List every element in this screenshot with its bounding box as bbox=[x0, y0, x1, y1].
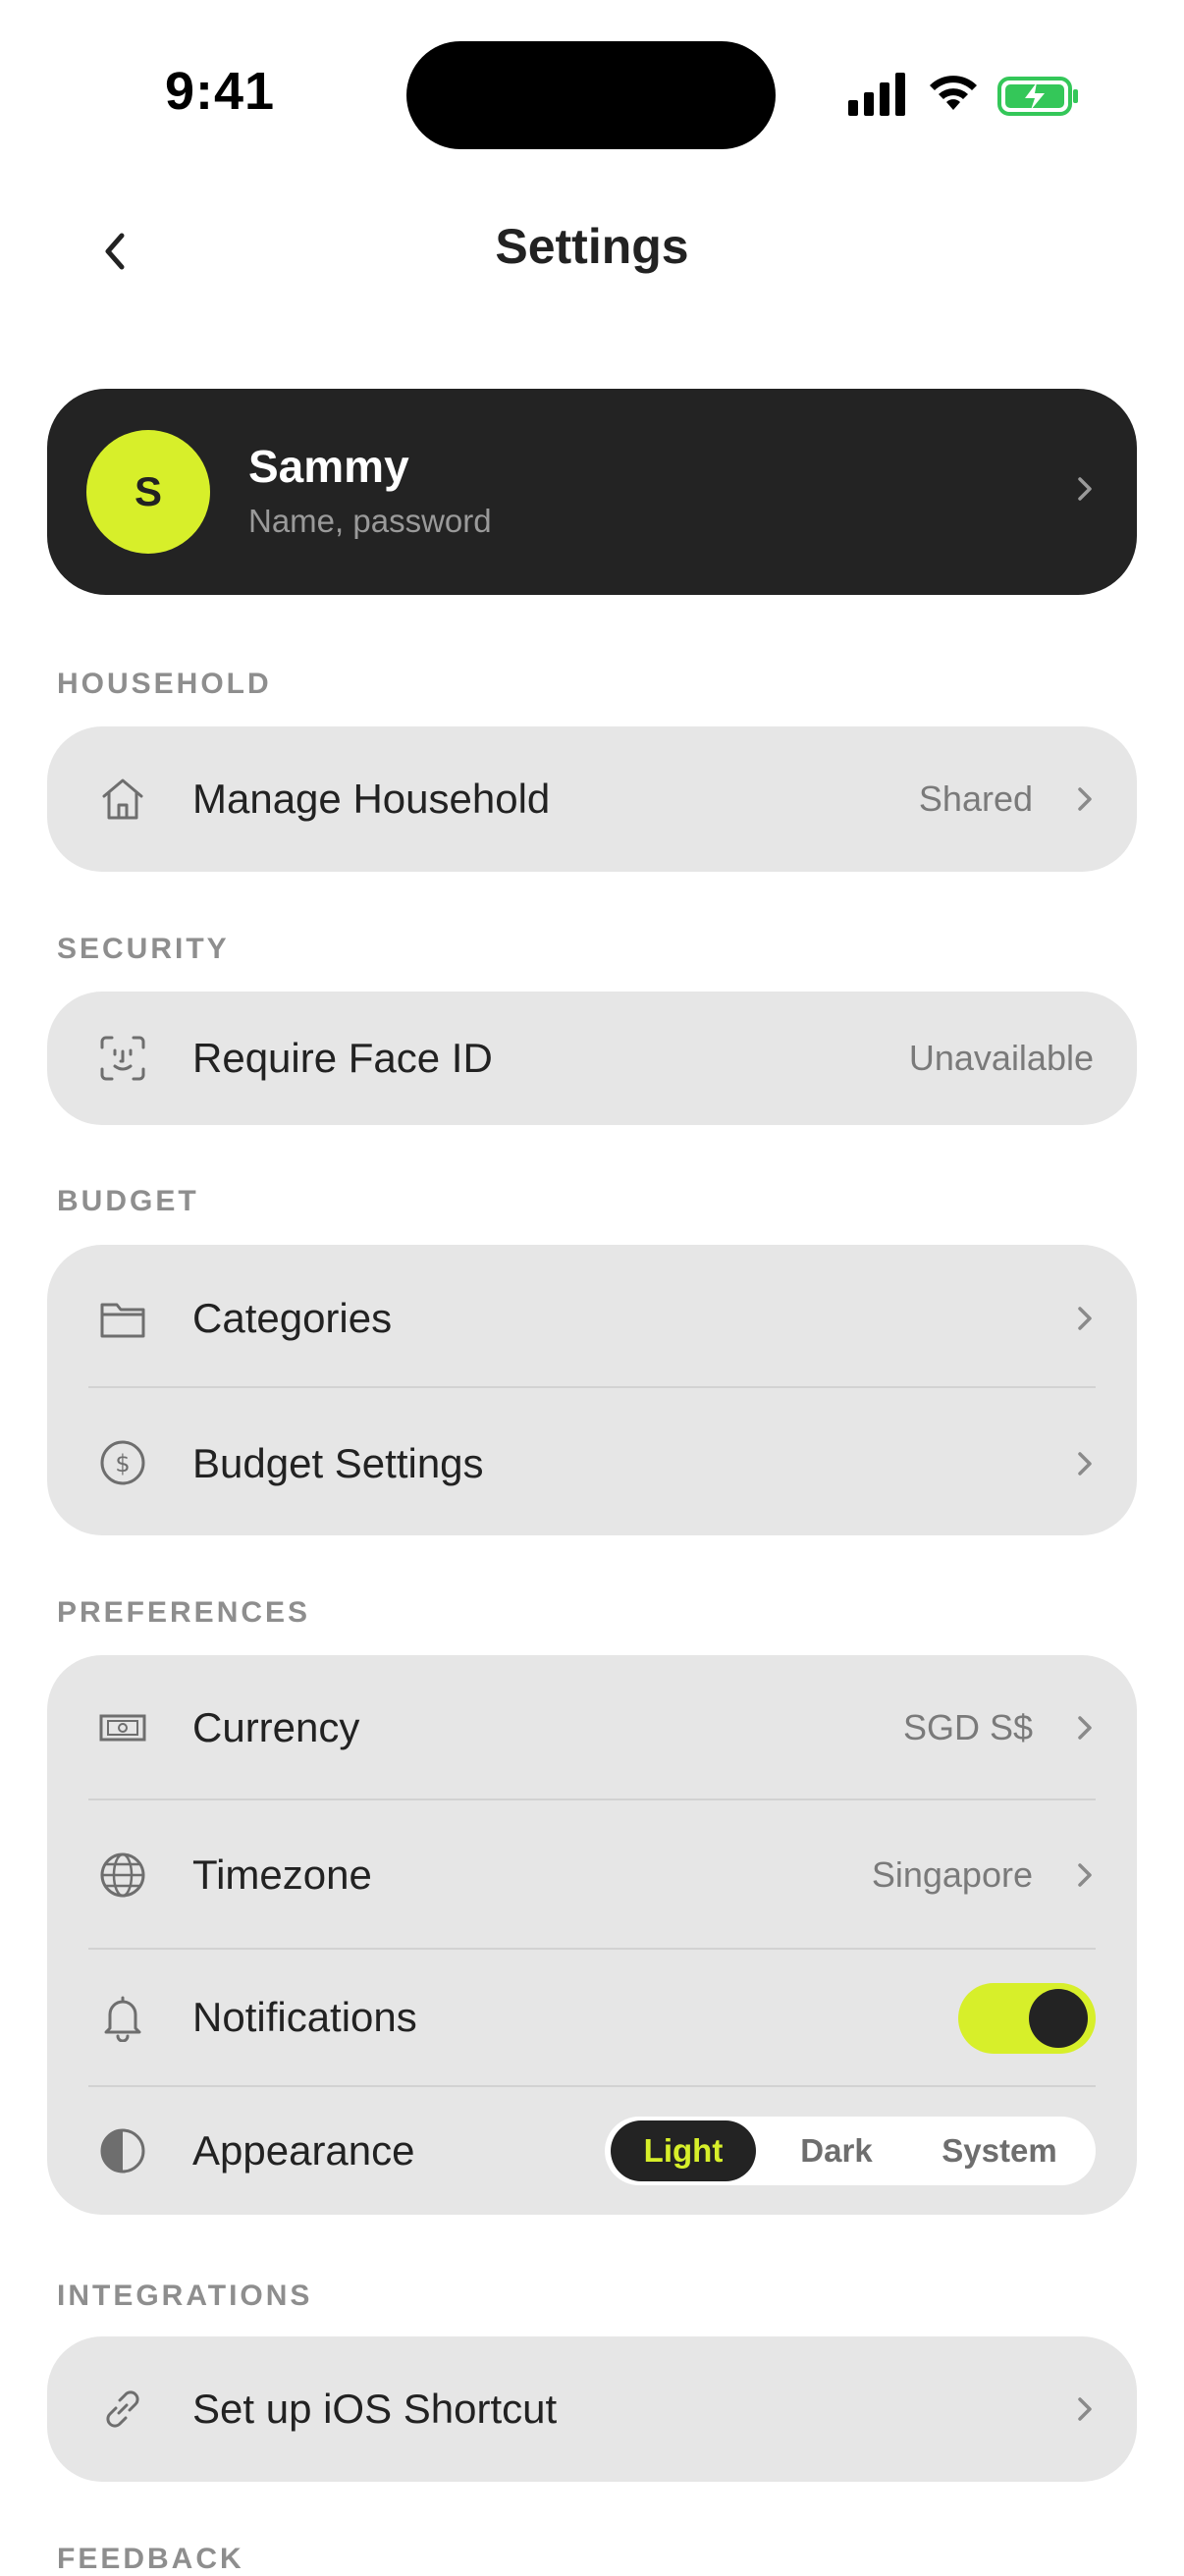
bell-icon bbox=[104, 1996, 141, 2042]
avatar: S bbox=[86, 430, 210, 554]
row-manage-household[interactable]: Manage Household Shared bbox=[47, 726, 1137, 872]
status-bar: 9:41 bbox=[0, 0, 1184, 187]
row-label: Timezone bbox=[192, 1852, 372, 1898]
section-header-preferences: PREFERENCES bbox=[57, 1596, 311, 1629]
banknote-icon bbox=[99, 1714, 146, 1742]
row-label: Notifications bbox=[192, 1994, 417, 2040]
row-divider bbox=[88, 1386, 1096, 1388]
profile-card[interactable]: S Sammy Name, password bbox=[47, 389, 1137, 595]
chevron-right-icon bbox=[1078, 787, 1092, 811]
integrations-card: Set up iOS Shortcut bbox=[47, 2336, 1137, 2482]
notifications-toggle[interactable] bbox=[958, 1983, 1096, 2054]
row-value: Singapore bbox=[871, 1854, 1033, 1895]
row-categories[interactable]: Categories bbox=[47, 1245, 1137, 1390]
row-label: Budget Settings bbox=[192, 1440, 484, 1486]
wifi-icon bbox=[930, 76, 977, 110]
appearance-segmented-control: Light Dark System bbox=[605, 2117, 1096, 2185]
budget-card: Categories $ Budget Settings bbox=[47, 1245, 1137, 1535]
house-icon bbox=[102, 778, 143, 820]
appearance-option-system[interactable]: System bbox=[917, 2117, 1082, 2185]
half-circle-icon bbox=[100, 2128, 145, 2174]
row-appearance: Appearance Light Dark System bbox=[47, 2087, 1137, 2215]
appearance-option-light[interactable]: Light bbox=[611, 2120, 756, 2181]
preferences-card: Currency SGD S$ Timezone Singapore Notif… bbox=[47, 1655, 1137, 2215]
section-header-household: HOUSEHOLD bbox=[57, 668, 272, 700]
row-require-face-id: Require Face ID Unavailable bbox=[47, 992, 1137, 1125]
row-notifications: Notifications bbox=[47, 1950, 1137, 2087]
page-title: Settings bbox=[495, 219, 689, 274]
chevron-right-icon bbox=[1078, 1452, 1092, 1476]
section-header-budget: BUDGET bbox=[57, 1185, 199, 1217]
row-currency[interactable]: Currency SGD S$ bbox=[47, 1655, 1137, 1800]
row-value: Unavailable bbox=[908, 1038, 1094, 1078]
section-header-feedback: FEEDBACK bbox=[57, 2543, 244, 2575]
profile-subtitle: Name, password bbox=[248, 503, 492, 539]
chevron-right-icon bbox=[1078, 1863, 1092, 1887]
chevron-right-icon bbox=[1078, 1307, 1092, 1330]
status-time: 9:41 bbox=[165, 62, 276, 121]
household-card: Manage Household Shared bbox=[47, 726, 1137, 872]
security-card: Require Face ID Unavailable bbox=[47, 992, 1137, 1125]
dollar-circle-icon: $ bbox=[100, 1440, 145, 1485]
row-label: Set up iOS Shortcut bbox=[192, 2386, 558, 2432]
chevron-right-icon bbox=[1078, 477, 1092, 501]
chevron-right-icon bbox=[1078, 1716, 1092, 1740]
toggle-knob bbox=[1029, 1989, 1088, 2048]
face-id-icon bbox=[100, 1036, 145, 1081]
globe-icon bbox=[100, 1852, 145, 1898]
row-value: Shared bbox=[918, 778, 1033, 819]
section-header-integrations: INTEGRATIONS bbox=[57, 2280, 313, 2312]
row-label: Currency bbox=[192, 1704, 360, 1750]
row-budget-settings[interactable]: $ Budget Settings bbox=[47, 1390, 1137, 1535]
section-header-security: SECURITY bbox=[57, 933, 230, 965]
row-label: Categories bbox=[192, 1295, 393, 1341]
chevron-right-icon bbox=[1078, 2397, 1092, 2421]
profile-name: Sammy bbox=[248, 441, 409, 492]
cellular-signal-icon bbox=[848, 73, 905, 116]
row-timezone[interactable]: Timezone Singapore bbox=[47, 1800, 1137, 1950]
row-label: Manage Household bbox=[192, 776, 551, 822]
folder-icon bbox=[100, 1303, 145, 1338]
appearance-option-dark[interactable]: Dark bbox=[768, 2117, 905, 2185]
link-icon bbox=[106, 2390, 139, 2428]
dynamic-island bbox=[406, 41, 776, 149]
row-value: SGD S$ bbox=[902, 1707, 1033, 1747]
row-ios-shortcut[interactable]: Set up iOS Shortcut bbox=[47, 2336, 1137, 2482]
battery-charging-icon bbox=[997, 77, 1078, 116]
row-label: Appearance bbox=[192, 2127, 415, 2174]
svg-text:$: $ bbox=[115, 1450, 130, 1477]
row-label: Require Face ID bbox=[192, 1035, 493, 1081]
